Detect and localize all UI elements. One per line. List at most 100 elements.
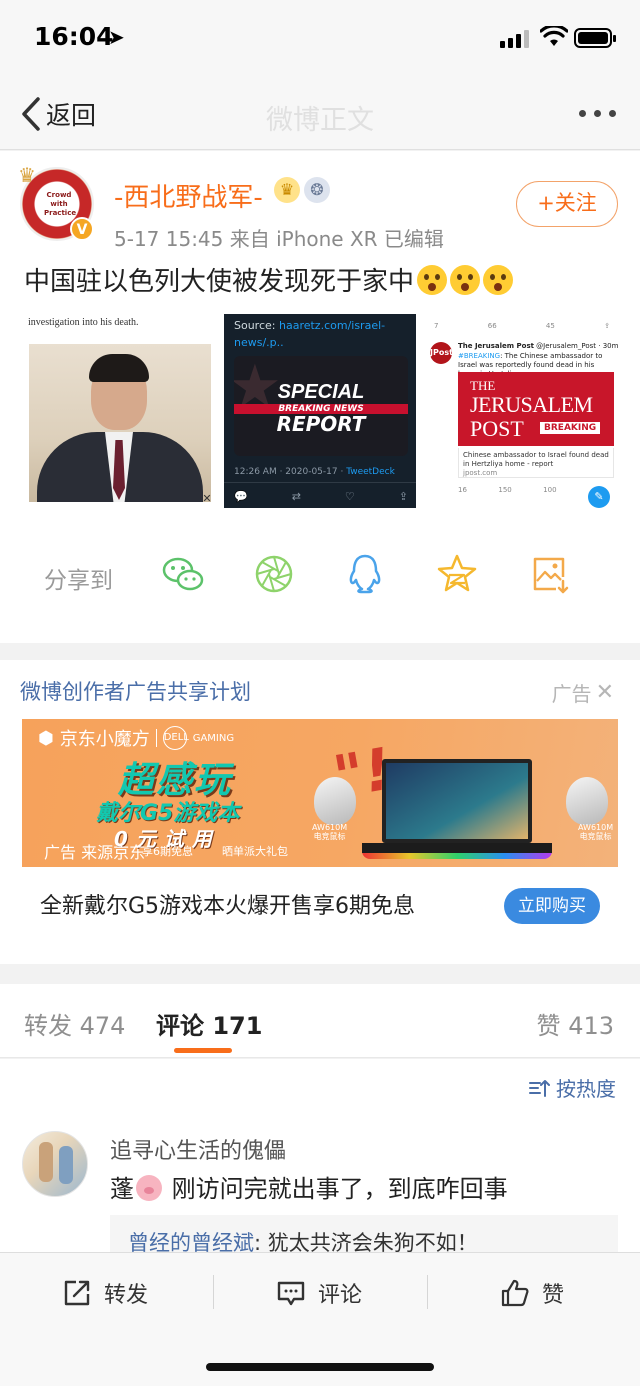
share-icon: ⇪ bbox=[604, 322, 610, 330]
medal-icon[interactable]: ❂ bbox=[304, 177, 330, 203]
sort-by-hot-button[interactable]: 按热度 bbox=[528, 1073, 616, 1102]
handle-name: The Jerusalem Post bbox=[458, 342, 534, 350]
follow-button[interactable]: +关注 bbox=[516, 181, 618, 227]
comment-text: 蓬 刚访问完就出事了，到底咋回事 bbox=[110, 1169, 508, 1204]
ad-note-1: 享6期免息 bbox=[142, 845, 193, 858]
ad-program-link[interactable]: 微博创作者广告共享计划 bbox=[20, 676, 251, 706]
qq-icon[interactable] bbox=[342, 551, 388, 597]
battery-icon bbox=[574, 28, 616, 48]
tweet-source: Source: haaretz.com/israel-news/.p.. bbox=[234, 317, 409, 351]
post-text-content: 中国驻以色列大使被发现死于家中 bbox=[24, 267, 415, 297]
dell-logo: DELL bbox=[162, 726, 189, 750]
user-badges: ♛ ❂ bbox=[274, 177, 330, 203]
tweet-timestamp: 12:26 AM · 2020-05-17 · TweetDeck bbox=[234, 467, 395, 477]
page-title: 微博正文 bbox=[266, 105, 374, 136]
ad-brand: ⬢ 京东小魔方 DELL GAMING bbox=[38, 725, 234, 751]
mouse-label-2: AW610M 电竞鼠标 bbox=[578, 823, 614, 841]
verified-v-icon: V bbox=[70, 217, 94, 241]
comment-label: 评论 bbox=[318, 1283, 363, 1308]
status-bar: 16:04 ➤ bbox=[0, 0, 640, 80]
jp-breaking: BREAKING bbox=[540, 422, 601, 434]
moments-icon[interactable] bbox=[251, 551, 297, 597]
nav-bar: 返回 微博正文 bbox=[0, 80, 640, 150]
repost-button[interactable]: 转发 bbox=[62, 1277, 148, 1309]
breaking-news-card: ★ SPECIAL BREAKING NEWS REPORT bbox=[234, 356, 408, 456]
weibo-post: ♛ Crowd with Practice V -西北野战军- ♛ ❂ 5-17… bbox=[0, 151, 640, 643]
like-count: 100 bbox=[543, 486, 557, 494]
tab-comments-label: 评论 bbox=[156, 1012, 204, 1040]
top-retweet-count: 66 bbox=[487, 322, 497, 330]
portrait-photo bbox=[29, 344, 211, 502]
ad-banner-image[interactable]: ⬢ 京东小魔方 DELL GAMING "! 超感玩 戴尔G5游戏本 0元试用 广告 … bbox=[22, 719, 618, 867]
post-image-2[interactable]: Source: haaretz.com/israel-news/.p.. ★ S… bbox=[224, 314, 416, 508]
comment-avatar[interactable] bbox=[22, 1131, 88, 1197]
active-tab-indicator bbox=[174, 1048, 232, 1053]
retweet-icon: ⇄ bbox=[291, 490, 301, 503]
more-options-button[interactable] bbox=[579, 102, 616, 125]
laptop-image bbox=[362, 759, 552, 863]
post-username[interactable]: -西北野战军- bbox=[114, 177, 263, 214]
jpost-logo: JPost bbox=[430, 342, 453, 364]
tab-comments-count: 171 bbox=[212, 1012, 263, 1040]
location-arrow-icon: ➤ bbox=[108, 25, 125, 49]
jpost-card-image: THE JERUSALEM POST BREAKING bbox=[458, 372, 614, 446]
card-domain: jpost.com bbox=[463, 469, 498, 477]
sort-label: 按热度 bbox=[556, 1077, 616, 1101]
shocked-emoji-icon bbox=[417, 265, 448, 295]
wechat-icon[interactable] bbox=[160, 551, 206, 597]
like-button[interactable]: 赞 bbox=[500, 1277, 564, 1309]
jp-jerusalem: JERUSALEM bbox=[470, 392, 593, 417]
ad-card: 微博创作者广告共享计划 广告 ✕ ⬢ 京东小魔方 DELL GAMING "! 超感玩 … bbox=[0, 660, 640, 964]
comment-button[interactable]: 评论 bbox=[276, 1277, 362, 1309]
post-meta: 5-17 15:45 来自 iPhone XR 已编辑 bbox=[114, 227, 444, 251]
mouse-image bbox=[566, 777, 608, 825]
post-text: 中国驻以色列大使被发现死于家中 bbox=[24, 261, 514, 298]
share-row: 分享到 bbox=[0, 551, 640, 601]
buy-now-button[interactable]: 立即购买 bbox=[504, 888, 600, 924]
qzone-icon[interactable] bbox=[434, 551, 480, 597]
repost-label: 转发 bbox=[104, 1283, 149, 1308]
wifi-icon bbox=[540, 26, 568, 46]
post-image-3[interactable]: 7 66 45 ⇪ JPost The Jerusalem Post @Jeru… bbox=[424, 314, 618, 508]
tweet-actions: 💬 ⇄ ♡ ⇪ bbox=[234, 490, 408, 503]
tab-comments[interactable]: 评论 171 bbox=[156, 1006, 262, 1041]
tweet-client: TweetDeck bbox=[346, 467, 395, 477]
avatar-emblem-text: Crowd with Practice bbox=[44, 191, 77, 217]
tab-reposts[interactable]: 转发 474 bbox=[24, 1006, 125, 1041]
reply-icon: 💬 bbox=[234, 490, 248, 503]
member-crown-icon[interactable]: ♛ bbox=[274, 177, 300, 203]
shocked-emoji-icon bbox=[483, 265, 514, 295]
user-avatar[interactable]: ♛ Crowd with Practice V bbox=[18, 163, 94, 241]
post-image-1[interactable]: investigation into his death. ✕ bbox=[24, 314, 216, 508]
reply-count: 16 bbox=[458, 486, 467, 494]
cellular-signal-icon bbox=[500, 30, 529, 48]
ad-dismiss-button[interactable]: 广告 ✕ bbox=[552, 678, 614, 707]
more-dot-icon bbox=[594, 110, 601, 117]
tab-likes-label: 赞 bbox=[536, 1012, 561, 1040]
tweet-top-stats: 7 66 45 ⇪ bbox=[434, 322, 610, 330]
jp-post: POST bbox=[470, 416, 524, 441]
tweet-hashtag: #BREAKING bbox=[458, 352, 501, 360]
repost-icon bbox=[64, 1280, 90, 1306]
tab-likes[interactable]: 赞 413 bbox=[537, 1006, 614, 1041]
like-label: 赞 bbox=[542, 1283, 565, 1308]
like-icon: ♡ bbox=[344, 490, 355, 503]
ad-brand-name: 京东小魔方 bbox=[59, 729, 150, 750]
comment-username[interactable]: 追寻心生活的傀儡 bbox=[110, 1133, 286, 1165]
image-caption: investigation into his death. bbox=[28, 317, 139, 328]
more-dot-icon bbox=[579, 110, 586, 117]
comment-text-before: 蓬 bbox=[110, 1175, 134, 1203]
sort-icon bbox=[529, 1079, 550, 1097]
tweet-handle: The Jerusalem Post @Jerusalem_Post · 30m bbox=[458, 342, 618, 350]
save-image-icon[interactable] bbox=[526, 551, 572, 597]
comments-section: 按热度 追寻心生活的傀儡 蓬 刚访问完就出事了，到底咋回事 曾经的曾经斌: 犹太… bbox=[0, 1059, 640, 1269]
ad-gaming: GAMING bbox=[192, 732, 235, 744]
cube-icon: ⬢ bbox=[38, 727, 54, 749]
post-images: investigation into his death. ✕ Source: … bbox=[24, 314, 618, 508]
more-dot-icon bbox=[609, 110, 616, 117]
shocked-emoji-icon bbox=[450, 265, 481, 295]
tweet-time: 12:26 AM · 2020-05-17 · bbox=[234, 467, 347, 477]
ad-caption[interactable]: 全新戴尔G5游戏本火爆开售享6期免息 bbox=[40, 888, 415, 920]
link-card-text: Chinese ambassador to Israel found dead … bbox=[458, 448, 614, 478]
close-icon: ✕ bbox=[595, 680, 614, 705]
